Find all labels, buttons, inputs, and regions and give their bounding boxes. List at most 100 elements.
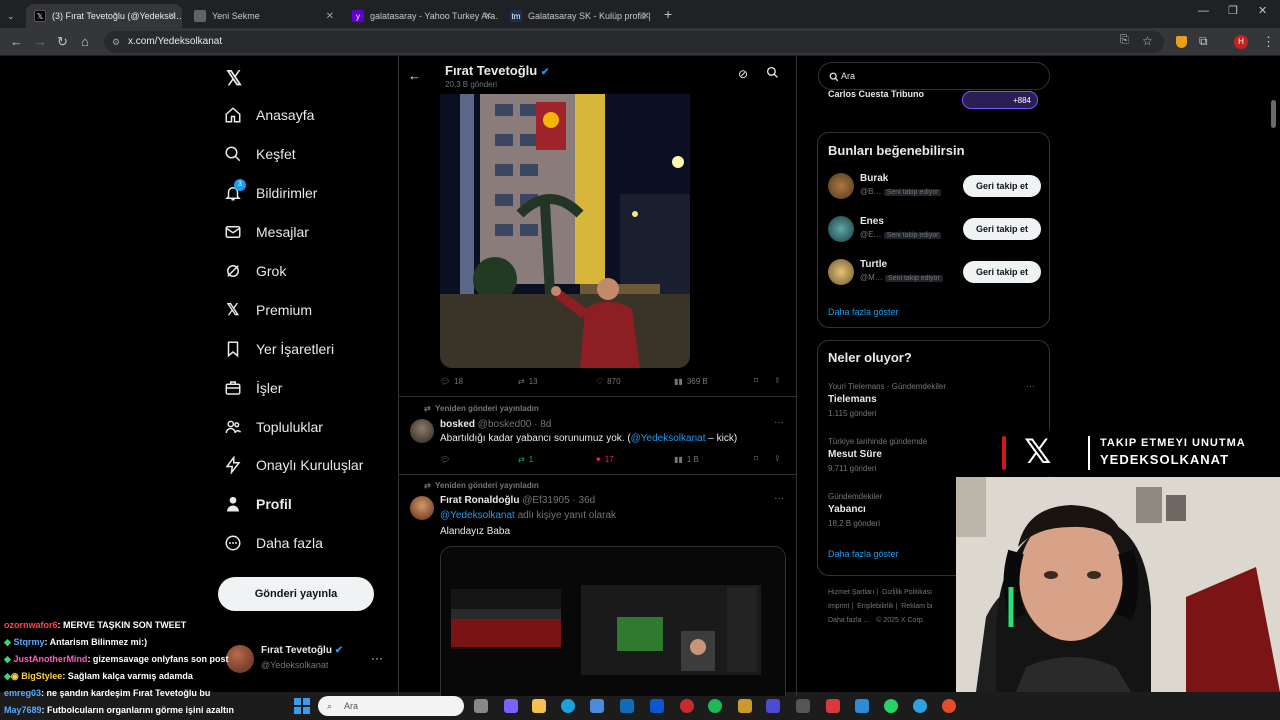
telegram-icon[interactable]: [913, 699, 927, 713]
sidebar-item-communities[interactable]: Topluluklar: [224, 418, 323, 436]
opera-icon[interactable]: [680, 699, 694, 713]
tweet-photo[interactable]: [440, 94, 690, 368]
grok-header-icon[interactable]: ⊘: [738, 67, 748, 81]
back-arrow-icon[interactable]: ←: [408, 68, 421, 83]
app-icon[interactable]: [766, 699, 780, 713]
sidebar-item-premium[interactable]: 𝕏 Premium: [224, 301, 312, 319]
share-button[interactable]: ⇪: [774, 454, 781, 463]
sidebar-item-messages[interactable]: Mesajlar: [224, 223, 309, 241]
folder-icon[interactable]: [532, 699, 546, 713]
tab-transfermarkt[interactable]: tm Galatasaray SK - Kulüp profili | ✕: [502, 4, 656, 28]
follow-back-button[interactable]: Geri takip et: [963, 175, 1041, 197]
profile-avatar[interactable]: H: [1234, 35, 1248, 49]
scrollbar-thumb[interactable]: [1271, 100, 1276, 128]
follow-suggestion[interactable]: Enes @E… Seni takip ediyor Geri takip et: [818, 212, 1051, 252]
minimize-button[interactable]: —: [1198, 5, 1209, 17]
sidebar-item-profile[interactable]: Profil: [224, 495, 292, 513]
tab-active[interactable]: 𝕏 (3) Fırat Tevetoğlu (@Yedeksol… ✕: [26, 4, 182, 28]
sidebar-item-notifications[interactable]: 3 Bildirimler: [224, 179, 317, 202]
spaces-listeners[interactable]: +884: [962, 91, 1038, 109]
footer-link[interactable]: Daha fazla …: [828, 617, 870, 624]
app-icon[interactable]: [855, 699, 869, 713]
tweet-author[interactable]: Fırat Ronaldoğlu @Ef31905 · 36d: [440, 495, 595, 506]
more-dots-icon[interactable]: ···: [774, 417, 784, 428]
sidebar-item-jobs[interactable]: İşler: [224, 379, 282, 397]
whatsapp-icon[interactable]: [884, 699, 898, 713]
post-button[interactable]: Gönderi yayınla: [218, 577, 374, 611]
bookmark-button[interactable]: ⌑: [754, 454, 758, 463]
show-more-link[interactable]: Daha fazla göster: [828, 307, 899, 317]
sidebar-item-home[interactable]: Anasayfa: [224, 106, 314, 124]
reply-button[interactable]: 💬︎: [440, 455, 454, 464]
sidebar-item-more[interactable]: Daha fazla: [224, 534, 323, 552]
reply-button[interactable]: 💬︎ 18: [440, 377, 463, 386]
site-info-icon[interactable]: ⚙: [112, 31, 120, 53]
reload-icon[interactable]: ↻: [57, 34, 68, 50]
tweet-media[interactable]: [440, 546, 786, 696]
trend-item[interactable]: Youri Tielemans · Gündemdekiler Tieleman…: [818, 379, 1051, 423]
app-icon[interactable]: [826, 699, 840, 713]
account-switcher[interactable]: Fırat Tevetoğlu ✔ @Yedeksolkanat ···: [226, 643, 406, 677]
sidebar-item-verified-orgs[interactable]: Onaylı Kuruluşlar: [224, 456, 363, 474]
sidebar-item-label: Mesajlar: [256, 224, 309, 240]
window-close-button[interactable]: ✕: [1258, 4, 1267, 17]
views-button[interactable]: ▮▮ 369 B: [674, 377, 708, 386]
shield-extension-icon[interactable]: [1176, 36, 1187, 48]
app-icon[interactable]: [650, 699, 664, 713]
home-browser-icon[interactable]: ⌂: [81, 34, 89, 49]
like-button[interactable]: ♡ 870: [596, 377, 621, 386]
app-icon[interactable]: [738, 699, 752, 713]
views-button[interactable]: ▮▮ 1 B: [674, 455, 699, 464]
footer-link[interactable]: Erişilebilirlik: [857, 603, 894, 610]
outlook-icon[interactable]: [620, 699, 634, 713]
menu-icon[interactable]: ⋮: [1262, 34, 1275, 50]
more-dots-icon[interactable]: ···: [1026, 381, 1035, 391]
edge-icon[interactable]: [561, 699, 575, 713]
forward-icon[interactable]: →: [34, 34, 47, 49]
store-icon[interactable]: [590, 699, 604, 713]
share-button[interactable]: ⇪: [774, 376, 781, 385]
avatar[interactable]: [410, 496, 434, 520]
bookmark-star-icon[interactable]: ☆: [1142, 34, 1153, 48]
tab-list-button[interactable]: ⌄: [4, 4, 20, 28]
footer-link[interactable]: Hizmet Şartları: [828, 589, 874, 596]
copilot-icon[interactable]: [504, 699, 518, 713]
sidebar-item-grok[interactable]: Grok: [224, 262, 286, 280]
like-button[interactable]: ♥ 17: [596, 455, 614, 464]
tweet-author[interactable]: bosked @bosked00 · 8d: [440, 419, 551, 430]
close-icon[interactable]: ✕: [168, 11, 176, 22]
close-icon[interactable]: ✕: [326, 11, 334, 22]
more-dots-icon[interactable]: ···: [774, 493, 784, 504]
close-icon[interactable]: ✕: [484, 11, 492, 22]
repost-button[interactable]: ⇄ 13: [518, 377, 538, 386]
follow-back-button[interactable]: Geri takip et: [963, 261, 1041, 283]
more-dots-icon[interactable]: ···: [371, 651, 383, 665]
follow-suggestion[interactable]: Burak @B… Seni takip ediyor Geri takip e…: [818, 169, 1051, 209]
install-icon[interactable]: ⎘: [1120, 34, 1129, 47]
avatar[interactable]: [410, 419, 434, 443]
extensions-icon[interactable]: ⧉: [1199, 34, 1208, 49]
tab-new[interactable]: Yeni Sekme ✕: [186, 4, 340, 28]
footer-link[interactable]: Reklam bi: [901, 603, 932, 610]
follow-suggestion[interactable]: Turtle @M… Seni takip ediyor Geri takip …: [818, 255, 1051, 295]
footer-link[interactable]: Gizlilik Politikası: [882, 589, 932, 596]
footer-link[interactable]: Imprint: [828, 603, 849, 610]
new-tab-button[interactable]: +: [664, 6, 672, 22]
settings-icon[interactable]: [796, 699, 810, 713]
tab-yahoo[interactable]: y galatasaray - Yahoo Turkey Ara… ✕: [344, 4, 498, 28]
sidebar-item-explore[interactable]: Keşfet: [224, 145, 296, 163]
task-view-icon[interactable]: [474, 699, 488, 713]
follow-back-button[interactable]: Geri takip et: [963, 218, 1041, 240]
maximize-button[interactable]: ❐: [1228, 4, 1238, 17]
repost-button[interactable]: ⇄ 1: [518, 455, 533, 464]
search-input[interactable]: Ara: [818, 62, 1050, 90]
sidebar-item-bookmarks[interactable]: Yer İşaretleri: [224, 340, 334, 358]
bookmark-button[interactable]: ⌑: [754, 376, 758, 385]
chrome-icon[interactable]: [942, 699, 956, 713]
url-bar[interactable]: ⚙ x.com/Yedeksolkanat: [104, 31, 1164, 53]
spotify-icon[interactable]: [708, 699, 722, 713]
search-header-icon[interactable]: [766, 66, 779, 82]
close-icon[interactable]: ✕: [642, 11, 650, 22]
back-icon[interactable]: ←: [10, 34, 23, 49]
show-more-link[interactable]: Daha fazla göster: [828, 549, 899, 559]
